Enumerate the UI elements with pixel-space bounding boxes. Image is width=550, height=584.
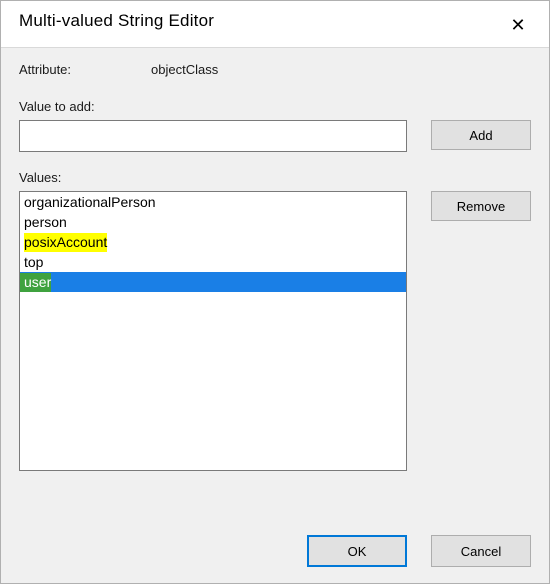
list-item[interactable]: person: [20, 212, 406, 232]
attribute-label: Attribute:: [19, 62, 151, 77]
add-row: Add: [19, 120, 531, 152]
values-label: Values:: [19, 170, 531, 185]
list-item[interactable]: organizationalPerson: [20, 192, 406, 212]
side-button-column: Remove: [407, 191, 531, 521]
client-area: Attribute: objectClass Value to add: Add…: [1, 48, 549, 583]
value-to-add-label: Value to add:: [19, 99, 531, 114]
attribute-row: Attribute: objectClass: [19, 62, 531, 77]
values-listbox[interactable]: organizationalPersonpersonposixAccountto…: [19, 191, 407, 471]
list-item[interactable]: top: [20, 252, 406, 272]
dialog-footer: OK Cancel: [19, 535, 531, 567]
list-item[interactable]: posixAccount: [20, 232, 406, 252]
cancel-button[interactable]: Cancel: [431, 535, 531, 567]
values-row: organizationalPersonpersonposixAccountto…: [19, 191, 531, 521]
close-icon[interactable]: ✕: [501, 11, 535, 39]
remove-button[interactable]: Remove: [431, 191, 531, 221]
window-title: Multi-valued String Editor: [19, 11, 214, 31]
ok-button[interactable]: OK: [307, 535, 407, 567]
list-item[interactable]: user: [20, 272, 406, 292]
value-to-add-input[interactable]: [19, 120, 407, 152]
titlebar: Multi-valued String Editor ✕: [1, 1, 549, 48]
add-button[interactable]: Add: [431, 120, 531, 150]
attribute-value: objectClass: [151, 62, 218, 77]
